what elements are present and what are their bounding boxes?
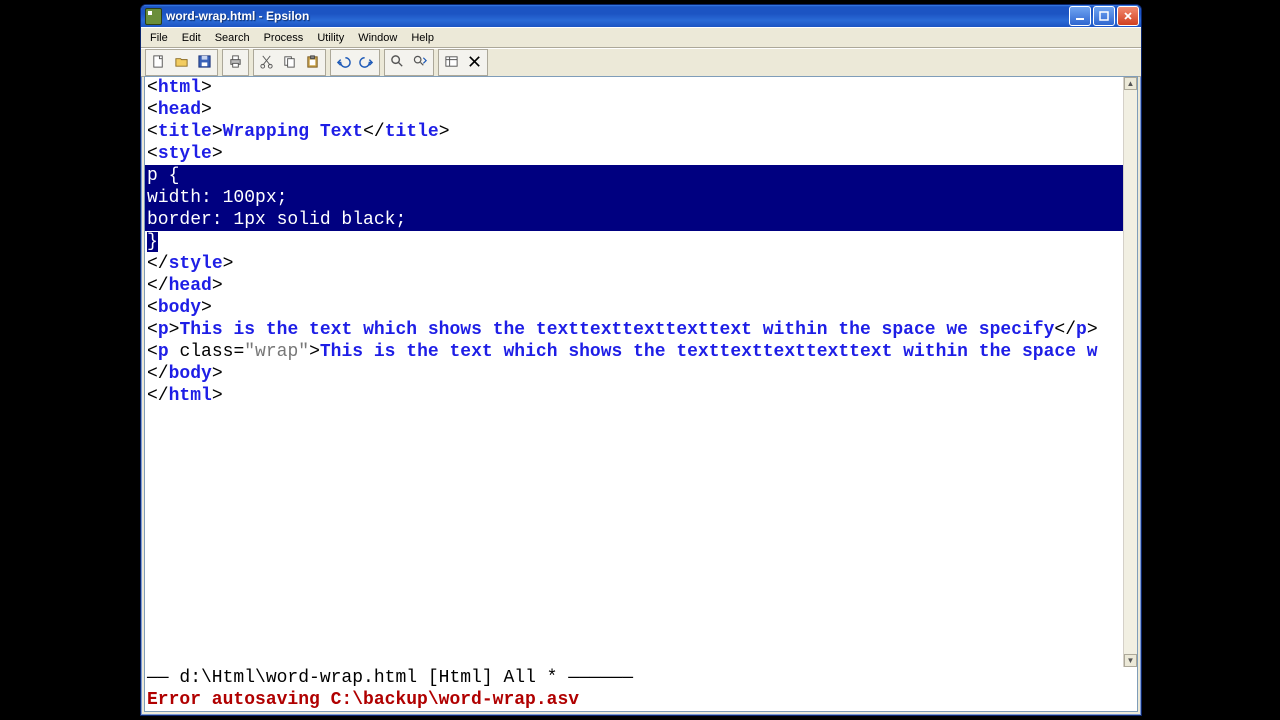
buffers-button[interactable]: [440, 51, 463, 74]
find-next-button[interactable]: [409, 51, 432, 74]
code-line[interactable]: <title>Wrapping Text</title>: [145, 121, 1124, 143]
undo-button[interactable]: [332, 51, 355, 74]
scroll-down-button[interactable]: ▼: [1124, 654, 1137, 667]
mode-line: —— d:\Html\word-wrap.html [Html] All * —…: [147, 667, 1137, 689]
toolbar-group: [438, 49, 488, 76]
redo-icon: [359, 54, 374, 72]
scroll-up-button[interactable]: ▲: [1124, 77, 1137, 90]
code-line[interactable]: </html>: [145, 385, 1124, 407]
minimize-icon: [1075, 11, 1085, 21]
close-icon: [467, 54, 482, 72]
code-line[interactable]: </head>: [145, 275, 1124, 297]
new-button[interactable]: [147, 51, 170, 74]
mode-line-text: d:\Html\word-wrap.html [Html] All *: [179, 668, 557, 688]
code-line[interactable]: <style>: [145, 143, 1124, 165]
cut-icon: [259, 54, 274, 72]
code-line[interactable]: <body>: [145, 297, 1124, 319]
code-line[interactable]: p {: [145, 165, 1124, 187]
undo-icon: [336, 54, 351, 72]
copy-button[interactable]: [278, 51, 301, 74]
save-icon: [197, 54, 212, 72]
paste-icon: [305, 54, 320, 72]
code-line[interactable]: width: 100px;: [145, 187, 1124, 209]
open-icon: [174, 54, 189, 72]
code-line[interactable]: <p>This is the text which shows the text…: [145, 319, 1124, 341]
status-area: —— d:\Html\word-wrap.html [Html] All * —…: [145, 667, 1137, 711]
toolbar-group: [145, 49, 218, 76]
maximize-button[interactable]: [1093, 6, 1115, 26]
cut-button[interactable]: [255, 51, 278, 74]
menu-edit[interactable]: Edit: [175, 30, 208, 46]
toolbar-group: [253, 49, 326, 76]
toolbar: [141, 48, 1141, 77]
code-line[interactable]: <p class="wrap">This is the text which s…: [145, 341, 1124, 363]
toolbar-group: [384, 49, 434, 76]
code-line[interactable]: <html>: [145, 77, 1124, 99]
toolbar-group: [330, 49, 380, 76]
code-line[interactable]: </style>: [145, 253, 1124, 275]
toolbar-group: [222, 49, 249, 76]
print-button[interactable]: [224, 51, 247, 74]
code-line[interactable]: </body>: [145, 363, 1124, 385]
app-icon: [145, 8, 162, 25]
close-icon: [1123, 11, 1133, 21]
vertical-scrollbar[interactable]: ▲ ▼: [1123, 77, 1137, 667]
menu-file[interactable]: File: [143, 30, 175, 46]
code-line[interactable]: <head>: [145, 99, 1124, 121]
find-next-icon: [413, 54, 428, 72]
window-title: word-wrap.html - Epsilon: [166, 9, 1069, 23]
open-button[interactable]: [170, 51, 193, 74]
close-button[interactable]: [463, 51, 486, 74]
menu-process[interactable]: Process: [257, 30, 311, 46]
app-window: word-wrap.html - Epsilon FileEditSearchP…: [140, 4, 1142, 716]
paste-button[interactable]: [301, 51, 324, 74]
echo-area: Error autosaving C:\backup\word-wrap.asv: [147, 689, 1137, 711]
screen: word-wrap.html - Epsilon FileEditSearchP…: [0, 0, 1280, 720]
menu-window[interactable]: Window: [351, 30, 404, 46]
menu-search[interactable]: Search: [208, 30, 257, 46]
save-button[interactable]: [193, 51, 216, 74]
code-line[interactable]: border: 1px solid black;: [145, 209, 1124, 231]
window-controls: [1069, 6, 1139, 26]
minimize-button[interactable]: [1069, 6, 1091, 26]
buffers-icon: [444, 54, 459, 72]
code-line[interactable]: }: [145, 231, 1124, 253]
new-icon: [151, 54, 166, 72]
menu-utility[interactable]: Utility: [310, 30, 351, 46]
titlebar[interactable]: word-wrap.html - Epsilon: [141, 5, 1141, 27]
find-icon: [390, 54, 405, 72]
mode-line-dash: ——: [147, 668, 179, 688]
print-icon: [228, 54, 243, 72]
copy-icon: [282, 54, 297, 72]
editor-client: <html><head><title>Wrapping Text</title>…: [144, 76, 1138, 712]
close-button[interactable]: [1117, 6, 1139, 26]
mode-line-dash-tail: ——————: [557, 668, 633, 688]
redo-button[interactable]: [355, 51, 378, 74]
maximize-icon: [1099, 11, 1109, 21]
menu-help[interactable]: Help: [404, 30, 441, 46]
menu-bar: FileEditSearchProcessUtilityWindowHelp: [141, 27, 1141, 48]
find-button[interactable]: [386, 51, 409, 74]
code-editor[interactable]: <html><head><title>Wrapping Text</title>…: [145, 77, 1124, 667]
